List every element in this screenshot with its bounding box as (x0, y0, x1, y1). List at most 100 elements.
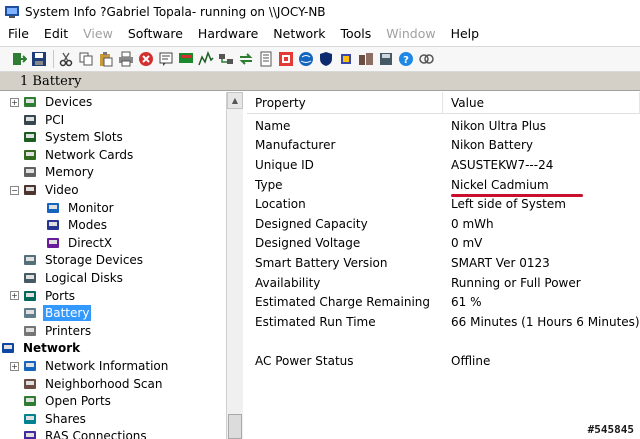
menu-tools[interactable]: Tools (332, 24, 378, 44)
tree-item-neighborhood-scan[interactable]: Neighborhood Scan (10, 375, 165, 393)
network-icon[interactable] (217, 50, 235, 68)
exit-icon[interactable] (10, 50, 28, 68)
globe-icon[interactable] (297, 50, 315, 68)
tree-item-network[interactable]: Network (0, 339, 82, 357)
list-row[interactable]: Manufacturer Nikon Battery (247, 136, 640, 156)
device-icon[interactable] (357, 50, 375, 68)
property-value: 61 % (451, 295, 482, 310)
refresh-icon[interactable] (237, 50, 255, 68)
search-icon[interactable] (417, 50, 435, 68)
tree-item-monitor[interactable]: Monitor (33, 199, 116, 217)
tree-item-network-information[interactable]: + Network Information (10, 357, 170, 375)
tree-item-system-slots[interactable]: System Slots (10, 128, 125, 146)
list-row[interactable]: Smart Battery Version SMART Ver 0123 (247, 253, 640, 273)
monitor-icon[interactable] (177, 50, 195, 68)
tree-item-label: Neighborhood Scan (45, 376, 163, 391)
tree-item-label: Video (45, 183, 79, 197)
list-row[interactable]: AC Power Status Offline (247, 351, 640, 371)
property-value: 0 mWh (451, 216, 494, 231)
tree-item-label: DirectX (68, 235, 113, 250)
property-value: Running or Full Power (451, 275, 581, 290)
list-row[interactable]: Location Left side of System (247, 194, 640, 214)
property-value: Offline (451, 353, 491, 368)
list-row[interactable]: Unique ID ASUSTEKW7---24 (247, 155, 640, 175)
tree-item-label: Logical Disks (45, 271, 123, 285)
column-header-property[interactable]: Property (247, 92, 443, 114)
tree-item-printers[interactable]: Printers (10, 322, 93, 340)
list-header: Property Value (247, 92, 640, 114)
info-icon[interactable] (277, 50, 295, 68)
shield-icon[interactable] (317, 50, 335, 68)
paste-icon[interactable] (97, 50, 115, 68)
tree-item-modes[interactable]: Modes (33, 216, 109, 234)
list-row[interactable]: Designed Voltage 0 mV (247, 234, 640, 254)
menu-network[interactable]: Network (265, 24, 332, 44)
stop-icon[interactable] (137, 50, 155, 68)
menu-software[interactable]: Software (120, 24, 190, 44)
chip-icon[interactable] (337, 50, 355, 68)
tree-item-label: RAS Connections (45, 429, 147, 439)
tree-item-logical-disks[interactable]: Logical Disks (10, 269, 125, 287)
tree-item-battery[interactable]: Battery (10, 304, 92, 322)
property-name: Designed Voltage (255, 236, 361, 251)
tree-item-memory[interactable]: Memory (10, 163, 96, 181)
list-row[interactable]: Name Nikon Ultra Plus (247, 116, 640, 136)
tree-item-ports[interactable]: + Ports (10, 287, 77, 305)
tree-item-directx[interactable]: DirectX (33, 234, 114, 252)
print-icon[interactable] (117, 50, 135, 68)
tree-item-network-cards[interactable]: Network Cards (10, 146, 135, 164)
graph-icon[interactable] (197, 50, 215, 68)
property-name: Estimated Run Time (255, 314, 376, 329)
scroll-thumb[interactable] (228, 414, 242, 439)
open-ports-icon (22, 393, 38, 409)
copy-icon[interactable] (77, 50, 95, 68)
tree-item-open-ports[interactable]: Open Ports (10, 392, 113, 410)
memory-icon (22, 164, 38, 180)
property-name: Type (255, 177, 283, 192)
tree-item-storage-devices[interactable]: Storage Devices (10, 251, 145, 269)
property-name: Manufacturer (255, 138, 336, 153)
list-row[interactable] (247, 332, 640, 352)
tree-expander-icon[interactable]: + (10, 97, 19, 107)
toolbar-separator (53, 50, 54, 68)
storage-icon (22, 252, 38, 268)
tree-expander-icon[interactable]: + (10, 361, 19, 371)
menu-hardware[interactable]: Hardware (190, 24, 265, 44)
menu-view[interactable]: View (75, 24, 120, 44)
tree-item-video[interactable]: − Video (10, 181, 81, 199)
property-name: Estimated Charge Remaining (255, 295, 431, 310)
app-icon (4, 4, 20, 20)
report-icon[interactable] (157, 50, 175, 68)
list-row[interactable]: Estimated Run Time 66 Minutes (1 Hours 6 … (247, 312, 640, 332)
floppy-icon[interactable] (377, 50, 395, 68)
tree-item-pci[interactable]: PCI (10, 111, 66, 129)
tree-item-devices[interactable]: + Devices (10, 93, 94, 111)
save-icon[interactable] (30, 50, 48, 68)
scroll-up-icon[interactable]: ▲ (227, 92, 243, 109)
tree-item-ras-connections[interactable]: RAS Connections (10, 427, 149, 439)
tree-item-label: Ports (45, 288, 76, 303)
list-row[interactable]: Availability Running or Full Power (247, 273, 640, 293)
property-name: Location (255, 197, 306, 212)
list-row[interactable]: Designed Capacity 0 mWh (247, 214, 640, 234)
list-row[interactable]: Type Nickel Cadmium (247, 175, 640, 195)
property-value: SMART Ver 0123 (451, 255, 550, 270)
annotation-underline (451, 194, 583, 197)
document-icon[interactable] (257, 50, 275, 68)
column-header-value[interactable]: Value (443, 92, 640, 114)
tree-item-label: Monitor (68, 200, 114, 215)
tree-view[interactable]: + Devices PCI System Slots Network Cards Memo… (0, 92, 243, 439)
shares-icon (22, 411, 38, 427)
tree-expander-icon[interactable]: + (10, 291, 19, 301)
tree-expander-icon[interactable]: − (10, 185, 19, 195)
menu-edit[interactable]: Edit (36, 24, 75, 44)
menu-file[interactable]: File (0, 24, 36, 44)
cut-icon[interactable] (57, 50, 75, 68)
menu-help[interactable]: Help (443, 24, 487, 44)
tree-scrollbar[interactable]: ▲ (226, 92, 243, 439)
tree-item-shares[interactable]: Shares (10, 410, 88, 428)
menu-window[interactable]: Window (378, 24, 442, 44)
list-row[interactable]: Estimated Charge Remaining 61 % (247, 292, 640, 312)
help-icon[interactable]: ? (397, 50, 415, 68)
property-name: Designed Capacity (255, 216, 368, 231)
